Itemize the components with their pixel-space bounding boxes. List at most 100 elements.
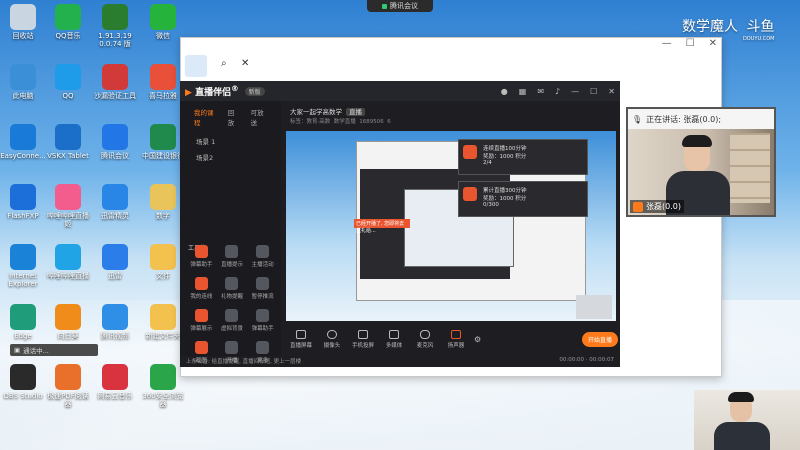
desktop-icon[interactable]: Edge [0, 304, 46, 340]
tool-icon [256, 341, 270, 354]
desktop-icon-label: 向日葵 [57, 332, 79, 340]
settings-icon[interactable]: ⚙ [474, 335, 481, 344]
tool-label: 弹幕助手 [190, 262, 213, 268]
desktop-icon[interactable]: 哔哩哔哩直播姬 [45, 184, 91, 228]
desktop-icon-label: 此电脑 [12, 92, 34, 100]
desktop-icon[interactable]: 回收站 [0, 4, 46, 40]
tool-icon [256, 245, 270, 258]
desktop-icon[interactable]: 极速PDF阅读器 [45, 364, 91, 408]
stream-preview[interactable]: 已经开播了, 您即将去送礼给... 连续直播100分钟 奖励：1000 积分 2… [286, 131, 616, 321]
desktop-icon[interactable]: 腾讯会议 [92, 124, 138, 160]
tool-icon [225, 309, 239, 322]
desktop-icon-label: 极速PDF阅读器 [47, 392, 89, 408]
app-icon [55, 64, 81, 90]
call-tooltip: ▣ 通话中... [10, 344, 98, 356]
desktop-icon-label: OBS Studio [3, 392, 43, 400]
desktop-icon[interactable]: 向日葵 [45, 304, 91, 340]
desktop-icon[interactable]: 哔哩哔哩直播 [45, 244, 91, 280]
maximize-icon[interactable]: ☐ [590, 87, 597, 96]
meeting-bar[interactable]: 腾讯会议 [367, 0, 433, 12]
desktop-icon[interactable]: QQ [45, 64, 91, 100]
app-icon [102, 304, 128, 330]
tab-broadcast[interactable]: 可放送 [251, 107, 267, 127]
phone-cast-button[interactable]: 手机投屏 [350, 329, 376, 349]
minimize-icon[interactable]: — [662, 38, 672, 49]
desktop-icon[interactable]: 迅雷精灵 [92, 184, 138, 220]
desktop-icon-label: 迅雷 [108, 272, 122, 280]
desktop-icon[interactable]: VSKX Tablet [45, 124, 91, 160]
flame-icon [463, 187, 477, 201]
left-sidebar: 我的课程 回放 可放送 场景 1 场景2 工具箱 弹幕助手直播提示主播活动我的连… [180, 101, 281, 364]
tool-label: 暂停推流 [251, 294, 274, 300]
timer: 00:00:00 · 00:00:07 [559, 357, 614, 363]
screen-share-button[interactable]: 直播屏幕 [288, 329, 314, 349]
tool-label: 弹幕助手 [251, 326, 274, 332]
app-icon [10, 304, 36, 330]
desktop-icon[interactable]: Internet Explorer [0, 244, 46, 288]
tab-my-course[interactable]: 我的课程 [194, 107, 216, 127]
camera-button[interactable]: 摄像头 [319, 329, 345, 349]
close-icon[interactable]: ✕ [709, 38, 717, 49]
close-icon[interactable]: ✕ [241, 58, 249, 69]
desktop-icon[interactable]: QQ音乐 [45, 4, 91, 40]
app-icon [102, 124, 128, 150]
desktop-icon[interactable]: 迅雷 [92, 244, 138, 280]
mail-icon[interactable]: ✉ [537, 87, 544, 96]
microphone-button[interactable]: 麦克风 [412, 329, 438, 349]
app-icon [10, 244, 36, 270]
desktop-icon-label: FlashFXP [7, 212, 39, 220]
tool-item[interactable]: 主播活动 [247, 245, 278, 268]
app-tab-icon[interactable] [185, 55, 207, 77]
tool-item[interactable]: 弹幕助手 [247, 309, 278, 332]
scene-item[interactable]: 场景 1 [180, 133, 281, 149]
task-popup: 连续直播100分钟 奖励：1000 积分 2/4 [458, 139, 588, 175]
tool-label: 主播活动 [251, 262, 274, 268]
go-live-button[interactable]: 开始直播 [581, 331, 618, 347]
desktop-icon-label: 腾讯会议 [101, 152, 129, 160]
tool-icon [194, 309, 208, 322]
tab-replay[interactable]: 回放 [228, 107, 239, 127]
bell-icon[interactable]: ♪ [555, 87, 560, 96]
gift-icon[interactable]: ▦ [519, 87, 527, 96]
streamer-camera [694, 390, 800, 450]
desktop-icon[interactable]: EasyConne... [0, 124, 46, 160]
desktop-icon[interactable]: 腾讯视频 [92, 304, 138, 340]
tool-item[interactable]: 虚拟背景 [217, 309, 248, 332]
speaker-button[interactable]: 扬声器 [443, 329, 469, 349]
desktop-icon-label: EasyConne... [0, 152, 46, 160]
tool-item[interactable]: 礼物提醒 [217, 277, 248, 300]
app-icon [102, 364, 128, 390]
desktop-icon[interactable]: OBS Studio [0, 364, 46, 400]
app-icon [102, 4, 128, 30]
app-icon [55, 364, 81, 390]
app-logo: ▶ 直播伴侣® [185, 84, 239, 98]
scene-item[interactable]: 场景2 [180, 149, 281, 165]
tool-item[interactable]: 弹幕助手 [186, 245, 217, 268]
desktop-icon[interactable]: 此电脑 [0, 64, 46, 100]
desktop-icon[interactable]: 沙漏验证工具 [92, 64, 138, 100]
desktop-icon[interactable]: 网易云音乐 [92, 364, 138, 400]
tool-label: 弹幕展示 [190, 326, 213, 332]
tool-item[interactable]: 弹幕展示 [186, 309, 217, 332]
popup-title: 累计直播300分钟 [483, 188, 527, 194]
desktop-icon[interactable]: 1.91.3.19 0.0.74 版 [92, 4, 138, 48]
app-icon [10, 4, 36, 30]
minimize-icon[interactable]: — [571, 87, 579, 96]
app-icon [150, 304, 176, 330]
tool-item[interactable]: 直播提示 [217, 245, 248, 268]
media-button[interactable]: 多媒体 [381, 329, 407, 349]
desktop-icon[interactable]: 微信 [140, 4, 186, 40]
brand-site: 斗鱼 [746, 19, 775, 35]
speaker-name-tag: 张磊(0.0) [630, 200, 684, 213]
tool-item[interactable]: 暂停推流 [247, 277, 278, 300]
search-icon[interactable]: ⌕ [221, 58, 227, 69]
tool-item[interactable]: 我的连线 [186, 277, 217, 300]
maximize-icon[interactable]: ☐ [686, 38, 695, 49]
close-icon[interactable]: ✕ [608, 87, 615, 96]
desktop-icon-label: 哔哩哔哩直播 [47, 272, 89, 280]
avatar[interactable]: ● [501, 87, 508, 96]
sidebar-tabs: 我的课程 回放 可放送 [180, 101, 281, 133]
speaker-video[interactable]: 张磊(0.0) [628, 129, 774, 215]
desktop-icon[interactable]: FlashFXP [0, 184, 46, 220]
speaker-panel: 🎙 正在讲话: 张磊(0.0); 张磊(0.0) [626, 107, 776, 217]
